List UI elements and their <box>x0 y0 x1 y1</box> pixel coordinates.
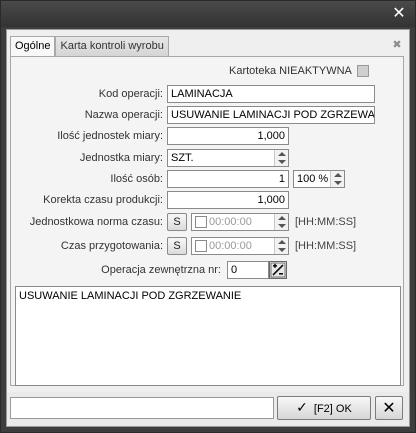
ilosc-osob-label: Ilość osób: <box>110 173 163 185</box>
korekta-czasu-input[interactable]: 1,000 <box>167 191 289 209</box>
czas-przygotowania-label: Czas przygotowania: <box>60 240 163 252</box>
ilosc-osob-percent-input[interactable]: 100 % <box>293 170 345 188</box>
jednostka-miary-value: SZT. <box>171 152 194 164</box>
norma-czasu-s-button[interactable]: S <box>167 213 187 231</box>
kartoteka-checkbox[interactable] <box>357 65 369 77</box>
czas-przygotowania-input[interactable]: 00:00:00 <box>191 237 289 255</box>
nazwa-operacji-label: Nazwa operacji: <box>84 109 163 121</box>
norma-czasu-input[interactable]: 00:00:00 <box>191 213 289 231</box>
jednostka-miary-input[interactable]: SZT. <box>167 149 289 167</box>
jednostka-miary-spinner[interactable] <box>274 150 288 166</box>
czas-przygotowania-s-button[interactable]: S <box>167 237 187 255</box>
ok-button-label: [F2] OK <box>313 403 352 415</box>
percent-spinner[interactable] <box>330 171 344 187</box>
ilosc-jednostek-label: Ilość jednostek miary: <box>57 130 163 142</box>
description-memo[interactable]: USUWANIE LAMINACJI POD ZGRZEWANIE <box>15 286 401 386</box>
kod-operacji-label: Kod operacji: <box>98 88 163 100</box>
norma-czasu-value: 00:00:00 <box>209 216 252 228</box>
window-close-icon[interactable]: ✕ <box>391 5 407 21</box>
nazwa-operacji-input[interactable]: USUWANIE LAMINACJI POD ZGRZEWANIE <box>167 106 375 124</box>
ilosc-osob-input[interactable]: 1 <box>167 170 289 188</box>
czas-przygotowania-checkbox[interactable] <box>195 240 207 252</box>
norma-czasu-checkbox[interactable] <box>195 216 207 228</box>
norma-czasu-spinner[interactable] <box>274 214 288 230</box>
tab-strip: Ogólne Karta kontroli wyrobu <box>10 36 169 58</box>
tab-karta-kontroli-wyrobu[interactable]: Karta kontroli wyrobu <box>55 36 169 57</box>
norma-czasu-unit: [HH:MM:SS] <box>295 216 357 228</box>
czas-przygotowania-unit: [HH:MM:SS] <box>295 240 357 252</box>
operacja-zewnetrzna-input[interactable]: 0 <box>227 261 269 279</box>
dialog-client: Ogólne Karta kontroli wyrobu ✖ Kartoteka… <box>6 29 410 427</box>
checkmark-icon: ✓ <box>296 400 308 416</box>
jednostka-miary-label: Jednostka miary: <box>79 152 163 164</box>
tab-ogolne[interactable]: Ogólne <box>10 36 56 58</box>
norma-czasu-label: Jednostkowa norma czasu: <box>29 216 163 228</box>
cancel-x-icon: ✕ <box>382 398 396 417</box>
dialog-window: ✕ Ogólne Karta kontroli wyrobu ✖ Kartote… <box>0 0 416 433</box>
cancel-button[interactable]: ✕ <box>375 396 403 420</box>
ilosc-osob-percent-value: 100 % <box>297 173 329 185</box>
korekta-czasu-label: Korekta czasu produkcji: <box>43 194 163 206</box>
kartoteka-label: Kartoteka NIEAKTYWNA <box>229 65 352 77</box>
czas-przygotowania-value: 00:00:00 <box>209 240 252 252</box>
ilosc-jednostek-input[interactable]: 1,000 <box>167 127 289 145</box>
operacja-zewnetrzna-label: Operacja zewnętrzna nr: <box>101 264 221 276</box>
status-field <box>10 397 274 419</box>
tab-close-icon[interactable]: ✖ <box>391 39 403 51</box>
title-bar: ✕ <box>1 1 415 27</box>
czas-przygotowania-spinner[interactable] <box>274 238 288 254</box>
dialog-footer: ✓ [F2] OK ✕ <box>7 392 409 426</box>
kod-operacji-input[interactable]: LAMINACJA <box>167 85 375 103</box>
ok-button[interactable]: ✓ [F2] OK <box>277 396 371 420</box>
calculator-icon[interactable] <box>269 261 287 279</box>
